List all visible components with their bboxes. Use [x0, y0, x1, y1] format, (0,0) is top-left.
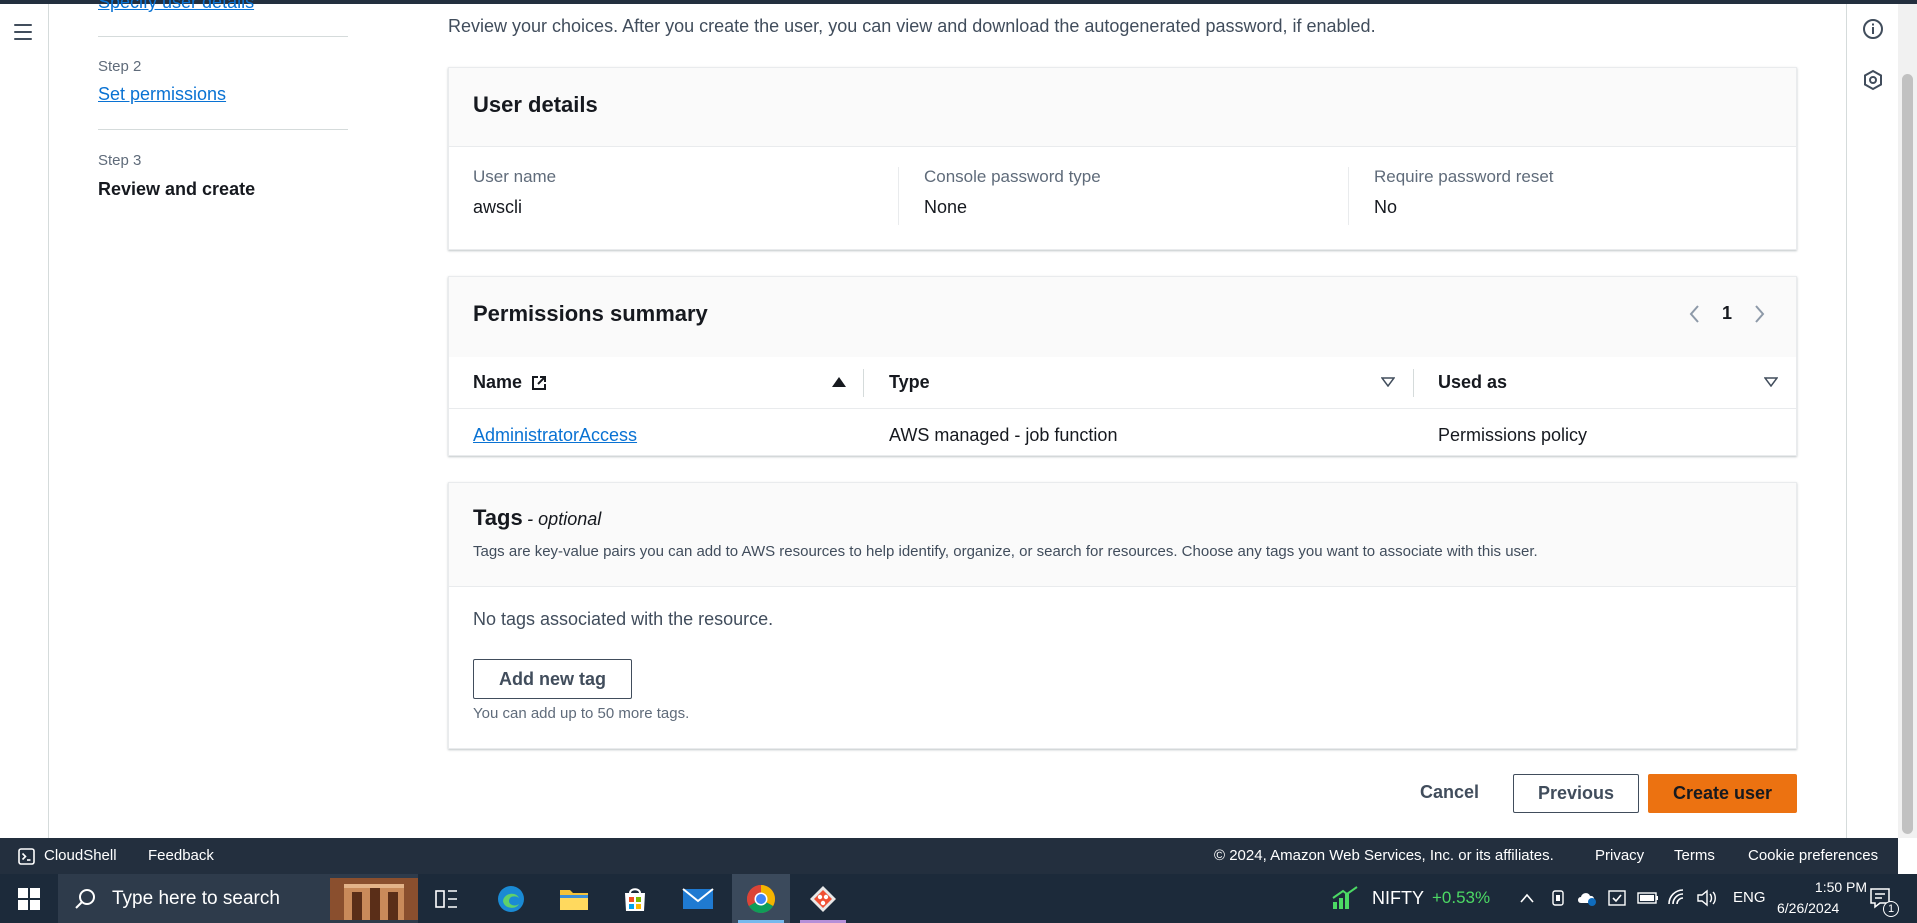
- password-type-value: None: [924, 197, 968, 217]
- stock-trend-icon[interactable]: [1331, 886, 1359, 910]
- chevron-right-icon[interactable]: [1754, 304, 1766, 324]
- info-icon[interactable]: [1862, 18, 1884, 40]
- column-type-label: Type: [889, 372, 930, 392]
- column-header-type[interactable]: Type: [889, 372, 930, 393]
- cancel-button[interactable]: Cancel: [1420, 782, 1479, 803]
- search-icon: [75, 888, 95, 909]
- meet-now-icon[interactable]: [1550, 889, 1566, 907]
- left-nav-rail: [0, 4, 49, 838]
- password-reset-value: No: [1374, 197, 1398, 217]
- create-user-button[interactable]: Create user: [1648, 774, 1797, 813]
- user-name-value: awscli: [473, 197, 523, 217]
- copyright-text: © 2024, Amazon Web Services, Inc. or its…: [1214, 847, 1554, 864]
- password-type-label: Console password type: [924, 167, 1101, 186]
- tags-description: Tags are key-value pairs you can add to …: [473, 543, 1538, 560]
- column-header-used-as[interactable]: Used as: [1438, 372, 1507, 393]
- volume-icon[interactable]: [1696, 888, 1718, 908]
- user-details-title: User details: [473, 92, 598, 117]
- file-explorer-icon[interactable]: [545, 874, 603, 923]
- step-3-current: Review and create: [98, 179, 256, 199]
- policy-name-link[interactable]: AdministratorAccess: [473, 425, 637, 446]
- terms-link[interactable]: Terms: [1674, 847, 1715, 864]
- policy-used-as: Permissions policy: [1438, 425, 1588, 445]
- user-details-header: User details: [449, 68, 1796, 147]
- user-details-card: User details User name awscli Console pa…: [448, 67, 1797, 250]
- column-divider: [1348, 167, 1349, 225]
- windows-taskbar: Type here to search NIFTY +0.53% ENG 1:5…: [0, 874, 1917, 923]
- edge-browser-icon[interactable]: [482, 874, 540, 923]
- user-details-body: User name awscli Console password type N…: [449, 147, 1796, 249]
- stock-change[interactable]: +0.53%: [1432, 888, 1490, 908]
- battery-icon[interactable]: [1637, 890, 1659, 906]
- chevron-left-icon[interactable]: [1688, 304, 1700, 324]
- mail-icon[interactable]: [669, 874, 727, 923]
- column-separator: [863, 369, 864, 397]
- password-reset-label: Require password reset: [1374, 167, 1554, 186]
- column-used-as-label: Used as: [1438, 372, 1508, 392]
- step-divider: [98, 129, 348, 130]
- tags-optional-label: - optional: [527, 509, 602, 529]
- tags-card: Tags - optional Tags are key-value pairs…: [448, 482, 1797, 749]
- external-link-icon: [532, 375, 547, 390]
- wifi-icon[interactable]: [1667, 888, 1687, 908]
- console-footer: CloudShell Feedback © 2024, Amazon Web S…: [0, 838, 1898, 874]
- taskbar-search-box[interactable]: Type here to search: [58, 874, 418, 923]
- menu-icon[interactable]: [14, 24, 32, 40]
- onedrive-icon[interactable]: [1576, 889, 1598, 907]
- git-tool-icon[interactable]: [794, 874, 852, 923]
- cookie-preferences-link[interactable]: Cookie preferences: [1748, 847, 1878, 864]
- stock-name[interactable]: NIFTY: [1372, 888, 1424, 909]
- page-description: Review your choices. After you create th…: [448, 16, 1376, 36]
- cloudshell-icon[interactable]: [18, 848, 35, 865]
- microsoft-store-icon[interactable]: [606, 874, 664, 923]
- page-scrollbar[interactable]: [1898, 4, 1917, 838]
- tools-rail: [1846, 4, 1896, 838]
- column-header-name[interactable]: Name: [473, 372, 548, 393]
- step-1-link[interactable]: Specify user details: [98, 0, 254, 13]
- column-divider: [898, 167, 899, 225]
- pagination: 1: [1688, 303, 1766, 324]
- language-indicator[interactable]: ENG: [1733, 889, 1766, 906]
- no-tags-message: No tags associated with the resource.: [473, 609, 774, 629]
- tags-header: Tags - optional Tags are key-value pairs…: [449, 483, 1796, 587]
- column-separator: [1413, 369, 1414, 397]
- scroll-thumb[interactable]: [1902, 74, 1913, 834]
- permissions-summary-card: Permissions summary 1 Name Type Used as …: [448, 276, 1797, 456]
- user-name-label: User name: [473, 167, 557, 186]
- page-number[interactable]: 1: [1722, 303, 1732, 324]
- permissions-header: Permissions summary 1: [449, 277, 1796, 357]
- feedback-link[interactable]: Feedback: [148, 847, 214, 864]
- tags-title-text: Tags: [473, 505, 523, 530]
- windows-start-icon[interactable]: [0, 874, 58, 923]
- policy-type: AWS managed - job function: [889, 425, 1118, 445]
- previous-button[interactable]: Previous: [1513, 774, 1639, 813]
- permissions-title: Permissions summary: [473, 301, 708, 326]
- task-view-icon[interactable]: [418, 874, 476, 923]
- clock-date[interactable]: 6/26/2024: [1777, 900, 1839, 916]
- top-border: [0, 0, 1917, 4]
- step-2-link[interactable]: Set permissions: [98, 84, 226, 105]
- table-header: Name Type Used as: [449, 357, 1796, 409]
- sort-icon[interactable]: [1381, 377, 1395, 387]
- step-divider: [98, 36, 348, 37]
- privacy-link[interactable]: Privacy: [1595, 847, 1644, 864]
- search-placeholder: Type here to search: [112, 887, 280, 909]
- column-name-label: Name: [473, 372, 523, 392]
- tags-title: Tags - optional: [473, 505, 601, 531]
- step-2-label: Step 2: [98, 58, 142, 75]
- security-icon[interactable]: [1607, 888, 1627, 908]
- sort-icon[interactable]: [1764, 377, 1778, 387]
- add-new-tag-button[interactable]: Add new tag: [473, 659, 632, 699]
- step-3-label: Step 3: [98, 152, 142, 169]
- chevron-up-icon[interactable]: [1519, 892, 1535, 904]
- tags-limit-hint: You can add up to 50 more tags.: [473, 705, 690, 722]
- notification-count-badge: 1: [1883, 901, 1899, 917]
- sort-ascending-icon[interactable]: [832, 377, 846, 387]
- cloudshell-link[interactable]: CloudShell: [44, 847, 117, 864]
- chrome-icon[interactable]: [732, 874, 790, 923]
- settings-hex-icon[interactable]: [1862, 69, 1884, 91]
- search-highlight-image: [330, 878, 418, 920]
